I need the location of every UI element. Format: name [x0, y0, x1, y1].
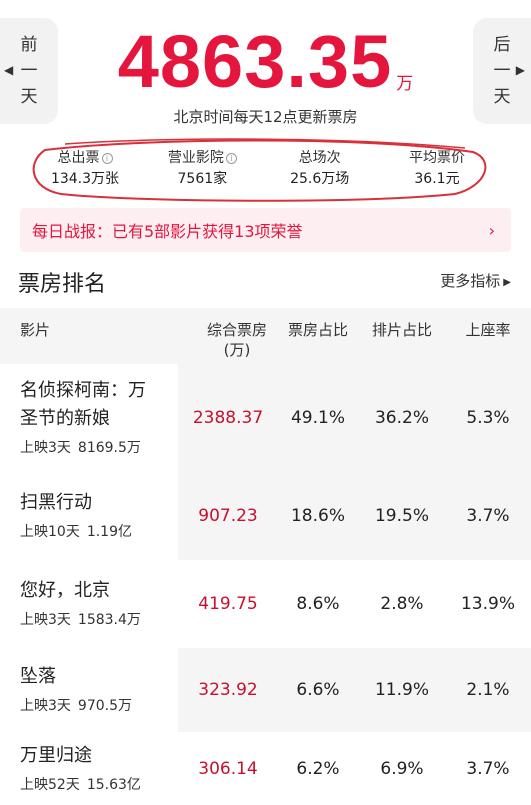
- film-days: 上映52天: [20, 776, 80, 793]
- column-schedule[interactable]: 排片占比: [362, 320, 442, 340]
- stat-tickets-label: 总出票: [57, 150, 100, 166]
- film-cumulative: 970.5万: [77, 698, 133, 714]
- gross-value: 323.92: [198, 680, 258, 700]
- table-row[interactable]: 您好，北京 上映3天 1583.4万 419.75 8.6% 2.8% 13.9%: [0, 560, 531, 648]
- update-note: 北京时间每天12点更新票房: [173, 108, 358, 126]
- schedule-value: 2.8%: [380, 594, 424, 614]
- film-name: 万里归途: [20, 744, 92, 766]
- info-icon[interactable]: i: [101, 153, 113, 164]
- stat-cinemas-label: 营业影院: [167, 150, 224, 166]
- stat-average-price-value: 36.1元: [414, 171, 460, 187]
- occupancy-value: 5.3%: [466, 408, 510, 428]
- occupancy-value: 3.7%: [466, 506, 510, 526]
- film-days: 上映10天: [20, 524, 80, 540]
- film-metrics: 907.23 18.6% 19.5% 3.7%: [178, 472, 531, 560]
- more-metrics-link[interactable]: 更多指标 ▶: [440, 270, 511, 291]
- film-info: 名侦探柯南：万 圣节的新娘 上映3天 8169.5万: [0, 364, 178, 472]
- film-meta: 上映3天 970.5万: [20, 695, 178, 717]
- stats-row: 总出票 i 134.3万张 营业影院 i 7561家 总场次 25.6万场 平均票价…: [30, 148, 492, 194]
- column-gross[interactable]: 综合票房 (万): [189, 320, 285, 360]
- next-day-label-2: 一: [493, 61, 511, 81]
- film-info: 扫黑行动 上映10天 1.19亿: [0, 472, 178, 560]
- film-days: 上映3天: [20, 698, 71, 714]
- column-gross-label: 综合票房: [206, 321, 267, 339]
- schedule-value: 36.2%: [374, 408, 429, 428]
- caret-right-icon: ▶: [503, 277, 511, 288]
- stat-tickets-value: 134.3万张: [50, 171, 120, 187]
- box-office-header: ◀ 前 一 天 4863.35 万 北京时间每天12点更新票房 ▶ 后 一 天: [0, 0, 531, 140]
- chevron-right-icon: ›: [488, 220, 495, 240]
- table-row[interactable]: 坠落 上映3天 970.5万 323.92 6.6% 11.9% 2.1%: [0, 648, 531, 732]
- table-row[interactable]: 名侦探柯南：万 圣节的新娘 上映3天 8169.5万 2388.37 49.1% …: [0, 364, 531, 472]
- column-occupancy[interactable]: 上座率: [448, 320, 528, 340]
- stat-screenings-label: 总场次: [298, 150, 341, 166]
- stat-cinemas: 营业影院 i 7561家: [147, 148, 257, 194]
- occupancy-value: 3.7%: [466, 758, 510, 779]
- occupancy-value: 13.9%: [460, 594, 515, 614]
- stat-average-price-label: 平均票价: [408, 150, 465, 166]
- film-metrics: 2388.37 49.1% 36.2% 5.3%: [178, 364, 531, 472]
- column-share[interactable]: 票房占比: [278, 320, 358, 340]
- stat-cinemas-value: 7561家: [177, 171, 228, 187]
- total-box-office-unit: 万: [396, 74, 414, 94]
- table-row[interactable]: 万里归途 上映52天 15.63亿 306.14 6.2% 6.9% 3.7%: [0, 732, 531, 805]
- film-meta: 上映3天 1583.4万: [20, 609, 178, 631]
- film-info: 您好，北京 上映3天 1583.4万: [0, 560, 178, 648]
- schedule-value: 6.9%: [380, 758, 424, 779]
- film-cumulative: 15.63亿: [86, 776, 141, 793]
- caret-right-icon: ▶: [515, 63, 525, 77]
- film-metrics: 323.92 6.6% 11.9% 2.1%: [178, 648, 531, 732]
- stat-average-price: 平均票价 36.1元: [382, 148, 492, 194]
- next-day-label-1: 后: [493, 35, 511, 55]
- occupancy-value: 2.1%: [466, 680, 510, 700]
- table-row[interactable]: 扫黑行动 上映10天 1.19亿 907.23 18.6% 19.5% 3.7%: [0, 472, 531, 560]
- gross-value: 907.23: [198, 506, 258, 526]
- schedule-value: 19.5%: [374, 506, 429, 526]
- schedule-value: 11.9%: [374, 680, 429, 700]
- stat-screenings: 总场次 25.6万场: [265, 148, 375, 194]
- film-cumulative: 1.19亿: [86, 524, 132, 540]
- daily-report-text: 每日战报：已有5部影片获得13项荣誉: [32, 222, 303, 241]
- film-metrics: 419.75 8.6% 2.8% 13.9%: [178, 560, 531, 648]
- film-info: 坠落 上映3天 970.5万: [0, 648, 178, 732]
- stat-screenings-value: 25.6万场: [290, 171, 350, 187]
- column-film: 影片: [20, 321, 51, 339]
- film-name-continued: 圣节的新娘: [20, 408, 110, 429]
- share-value: 49.1%: [290, 408, 345, 428]
- daily-report-banner[interactable]: 每日战报：已有5部影片获得13项荣誉 ›: [20, 208, 511, 252]
- film-info: 万里归途 上映52天 15.63亿: [0, 732, 178, 805]
- table-header: 影片 综合票房 (万) 票房占比 排片占比 上座率: [0, 308, 531, 364]
- film-days: 上映3天: [20, 612, 71, 628]
- stat-label: 总出票 i: [30, 148, 140, 168]
- next-day-label-3: 天: [493, 87, 511, 107]
- film-days: 上映3天: [20, 440, 71, 456]
- film-meta: 上映52天 15.63亿: [20, 774, 178, 796]
- film-meta: 上映10天 1.19亿: [20, 521, 178, 543]
- gross-value: 2388.37: [192, 408, 264, 428]
- column-gross-unit: (万): [223, 341, 251, 359]
- share-value: 6.2%: [296, 758, 340, 779]
- film-meta: 上映3天 8169.5万: [20, 437, 178, 459]
- film-cumulative: 1583.4万: [77, 612, 141, 628]
- film-cumulative: 8169.5万: [77, 440, 141, 456]
- next-day-button[interactable]: ▶ 后 一 天: [473, 18, 531, 124]
- ranking-header: 票房排名 更多指标 ▶: [0, 262, 531, 302]
- total-box-office: 4863.35 万: [0, 22, 531, 102]
- gross-value: 419.75: [198, 594, 258, 614]
- film-metrics: 306.14 6.2% 6.9% 3.7%: [178, 732, 531, 805]
- share-value: 18.6%: [290, 506, 345, 526]
- info-icon[interactable]: i: [225, 153, 237, 164]
- share-value: 8.6%: [296, 594, 340, 614]
- film-name: 坠落: [20, 666, 56, 687]
- ranking-title: 票房排名: [18, 272, 107, 297]
- more-metrics-label: 更多指标: [440, 272, 501, 290]
- stat-label: 营业影院 i: [147, 148, 257, 168]
- gross-value: 306.14: [198, 758, 258, 779]
- stat-tickets: 总出票 i 134.3万张: [30, 148, 140, 194]
- film-name: 扫黑行动: [20, 492, 92, 513]
- total-box-office-value: 4863.35: [117, 20, 393, 103]
- film-name: 名侦探柯南：万: [20, 380, 146, 401]
- film-name: 您好，北京: [20, 580, 110, 601]
- share-value: 6.6%: [296, 680, 340, 700]
